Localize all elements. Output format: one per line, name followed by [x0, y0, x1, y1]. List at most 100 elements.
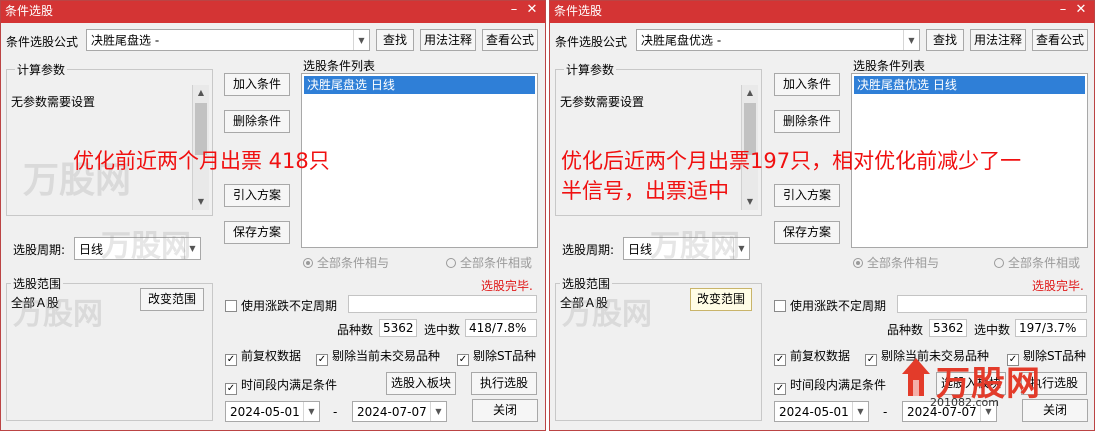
period-condition-label: 时间段内满足条件: [790, 378, 887, 392]
radio-on-icon: [303, 258, 313, 268]
date-from-value: 2024-05-01: [779, 404, 849, 419]
radio-all-and[interactable]: 全部条件相与: [853, 254, 939, 271]
minimize-icon[interactable]: –: [505, 1, 523, 21]
status-text: 选股完毕.: [1032, 279, 1084, 293]
window-title: 条件选股: [554, 4, 603, 18]
chevron-down-icon[interactable]: ▼: [303, 402, 319, 421]
variety-count-label: 品种数: [887, 323, 924, 337]
usage-notes-button[interactable]: 用法注释: [420, 29, 476, 51]
forward-adjusted-label: 前复权数据: [241, 349, 302, 363]
selected-count-label: 选中数: [974, 323, 1011, 337]
date-from-picker[interactable]: 2024-05-01 ▼: [225, 401, 320, 422]
usage-notes-button[interactable]: 用法注释: [970, 29, 1026, 51]
params-group-title: 计算参数: [15, 61, 68, 78]
period-value: 日线: [628, 242, 653, 256]
variety-count-label: 品种数: [337, 323, 374, 337]
view-formula-button[interactable]: 查看公式: [482, 29, 538, 51]
forward-adjusted-checkbox[interactable]: ✓ 前复权数据: [774, 347, 850, 366]
save-plan-button[interactable]: 保存方案: [224, 221, 290, 244]
checkbox-checked-icon: ✓: [457, 354, 469, 366]
variety-count: 5362: [929, 319, 967, 337]
list-item[interactable]: 决胜尾盘选 日线: [304, 76, 535, 94]
chevron-down-icon[interactable]: ▼: [430, 402, 446, 421]
scroll-down-icon[interactable]: ▼: [193, 194, 209, 210]
annotation-text: 优化后近两个月出票197只，相对优化前减少了一 半信号，出票适中: [561, 146, 1021, 206]
selected-count-label: 选中数: [424, 323, 461, 337]
formula-label: 条件选股公式: [555, 35, 628, 49]
minimize-icon[interactable]: –: [1054, 1, 1072, 21]
params-text: 无参数需要设置: [11, 95, 96, 109]
formula-label: 条件选股公式: [6, 35, 79, 49]
chevron-down-icon[interactable]: ▼: [353, 30, 369, 50]
annotation-line: 优化后近两个月出票197只，相对优化前减少了一: [561, 149, 1022, 173]
progress-field: [897, 295, 1087, 313]
period-label: 选股周期:: [13, 243, 66, 257]
date-from-picker[interactable]: 2024-05-01 ▼: [774, 401, 869, 422]
radio-all-and[interactable]: 全部条件相与: [303, 254, 389, 271]
logo-arrow-icon: [902, 358, 930, 396]
chevron-down-icon[interactable]: ▼: [852, 402, 868, 421]
formula-select[interactable]: 决胜尾盘选 - ▼: [86, 29, 370, 51]
find-button[interactable]: 查找: [926, 29, 964, 51]
variety-count: 5362: [379, 319, 417, 337]
window-title-bar[interactable]: 条件选股 – ✕: [550, 1, 1094, 23]
checkbox-checked-icon: ✓: [774, 354, 786, 366]
add-condition-button[interactable]: 加入条件: [224, 73, 290, 96]
chevron-down-icon[interactable]: ▼: [903, 30, 919, 50]
find-button[interactable]: 查找: [376, 29, 414, 51]
date-to-picker[interactable]: 2024-07-07 ▼: [352, 401, 447, 422]
window-title-bar[interactable]: 条件选股 – ✕: [1, 1, 545, 23]
watermark-text: 万股网: [101, 229, 191, 264]
period-condition-checkbox[interactable]: ✓ 时间段内满足条件: [774, 376, 886, 395]
view-formula-button[interactable]: 查看公式: [1032, 29, 1088, 51]
use-uncertain-period-label: 使用涨跌不定周期: [790, 299, 887, 313]
condition-list-title: 选股条件列表: [303, 59, 376, 73]
save-plan-button[interactable]: 保存方案: [774, 221, 840, 244]
radio-on-icon: [853, 258, 863, 268]
annotation-line: 优化前近两个月出票 418只: [73, 149, 330, 173]
delete-condition-button[interactable]: 删除条件: [224, 110, 290, 133]
date-from-value: 2024-05-01: [230, 404, 300, 419]
formula-select[interactable]: 决胜尾盘优选 - ▼: [636, 29, 920, 51]
forward-adjusted-checkbox[interactable]: ✓ 前复权数据: [225, 347, 301, 366]
period-value: 日线: [79, 242, 104, 256]
annotation-line: 半信号，出票适中: [561, 179, 729, 203]
status-text: 选股完毕.: [481, 279, 533, 293]
exclude-st-label: 剔除ST品种: [473, 349, 536, 363]
close-button[interactable]: 关闭: [472, 399, 538, 422]
period-condition-checkbox[interactable]: ✓ 时间段内满足条件: [225, 376, 337, 395]
stock-filter-window-before: 条件选股 – ✕ 条件选股公式 决胜尾盘选 - ▼ 查找 用法注释 查看公式 计…: [0, 0, 546, 431]
close-icon[interactable]: ✕: [1072, 1, 1090, 21]
watermark-text: 万股网: [650, 229, 740, 264]
use-uncertain-period-checkbox[interactable]: 使用涨跌不定周期: [225, 297, 337, 314]
change-scope-button[interactable]: 改变范围: [690, 288, 752, 311]
radio-all-or[interactable]: 全部条件相或: [994, 254, 1080, 271]
exclude-st-checkbox[interactable]: ✓ 剔除ST品种: [457, 347, 536, 366]
close-icon[interactable]: ✕: [523, 1, 541, 21]
delete-condition-button[interactable]: 删除条件: [774, 110, 840, 133]
import-plan-button[interactable]: 引入方案: [224, 184, 290, 207]
to-block-button[interactable]: 选股入板块: [386, 372, 456, 395]
params-group-title: 计算参数: [564, 61, 617, 78]
execute-button[interactable]: 执行选股: [471, 372, 537, 395]
watermark-text: 万股网: [562, 297, 652, 332]
exclude-untraded-checkbox[interactable]: ✓ 剔除当前未交易品种: [316, 347, 440, 366]
checkbox-checked-icon: ✓: [316, 354, 328, 366]
date-to-value: 2024-07-07: [357, 404, 427, 419]
radio-all-or-label: 全部条件相或: [1008, 256, 1081, 270]
window-title: 条件选股: [5, 4, 54, 18]
site-logo: 万股网 201082.com: [902, 352, 1092, 412]
scroll-up-icon[interactable]: ▲: [193, 85, 209, 101]
formula-value: 决胜尾盘优选 -: [641, 33, 722, 48]
exclude-untraded-label: 剔除当前未交易品种: [332, 349, 441, 363]
change-scope-button[interactable]: 改变范围: [140, 288, 204, 311]
list-item[interactable]: 决胜尾盘优选 日线: [854, 76, 1085, 94]
selected-count: 197/3.7%: [1015, 319, 1087, 337]
use-uncertain-period-checkbox[interactable]: 使用涨跌不定周期: [774, 297, 886, 314]
use-uncertain-period-label: 使用涨跌不定周期: [241, 299, 338, 313]
condition-list[interactable]: 决胜尾盘选 日线: [301, 73, 538, 248]
scroll-up-icon[interactable]: ▲: [742, 85, 758, 101]
radio-off-icon: [446, 258, 456, 268]
add-condition-button[interactable]: 加入条件: [774, 73, 840, 96]
radio-all-or[interactable]: 全部条件相或: [446, 254, 532, 271]
